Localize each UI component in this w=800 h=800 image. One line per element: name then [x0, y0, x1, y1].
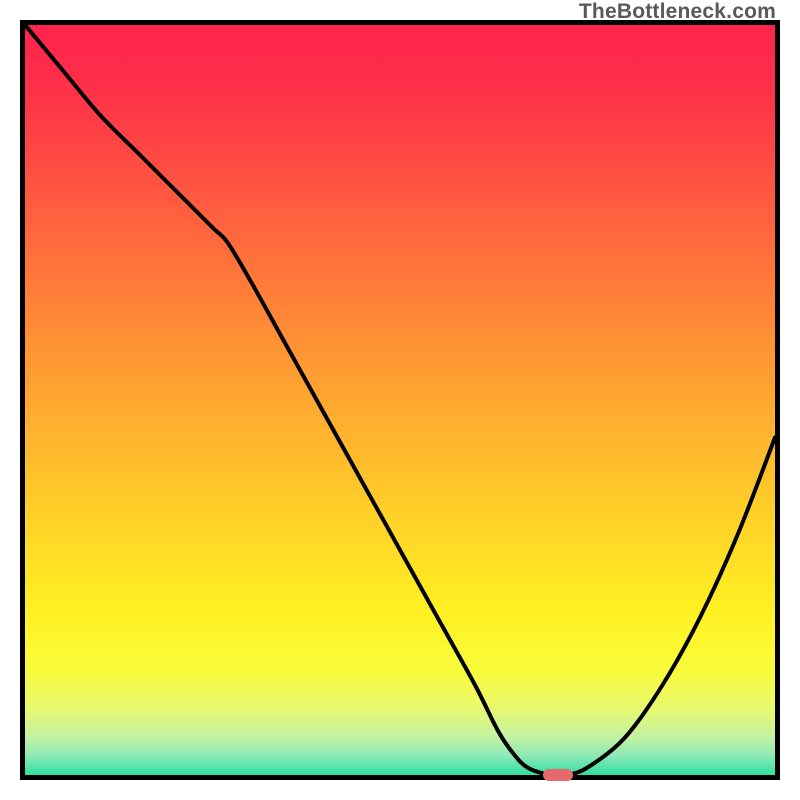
- gradient-fill: [25, 25, 775, 775]
- optimal-marker: [543, 769, 573, 781]
- plot-area: [25, 25, 775, 775]
- chart-frame: [20, 20, 780, 780]
- gradient-chart: [25, 25, 775, 775]
